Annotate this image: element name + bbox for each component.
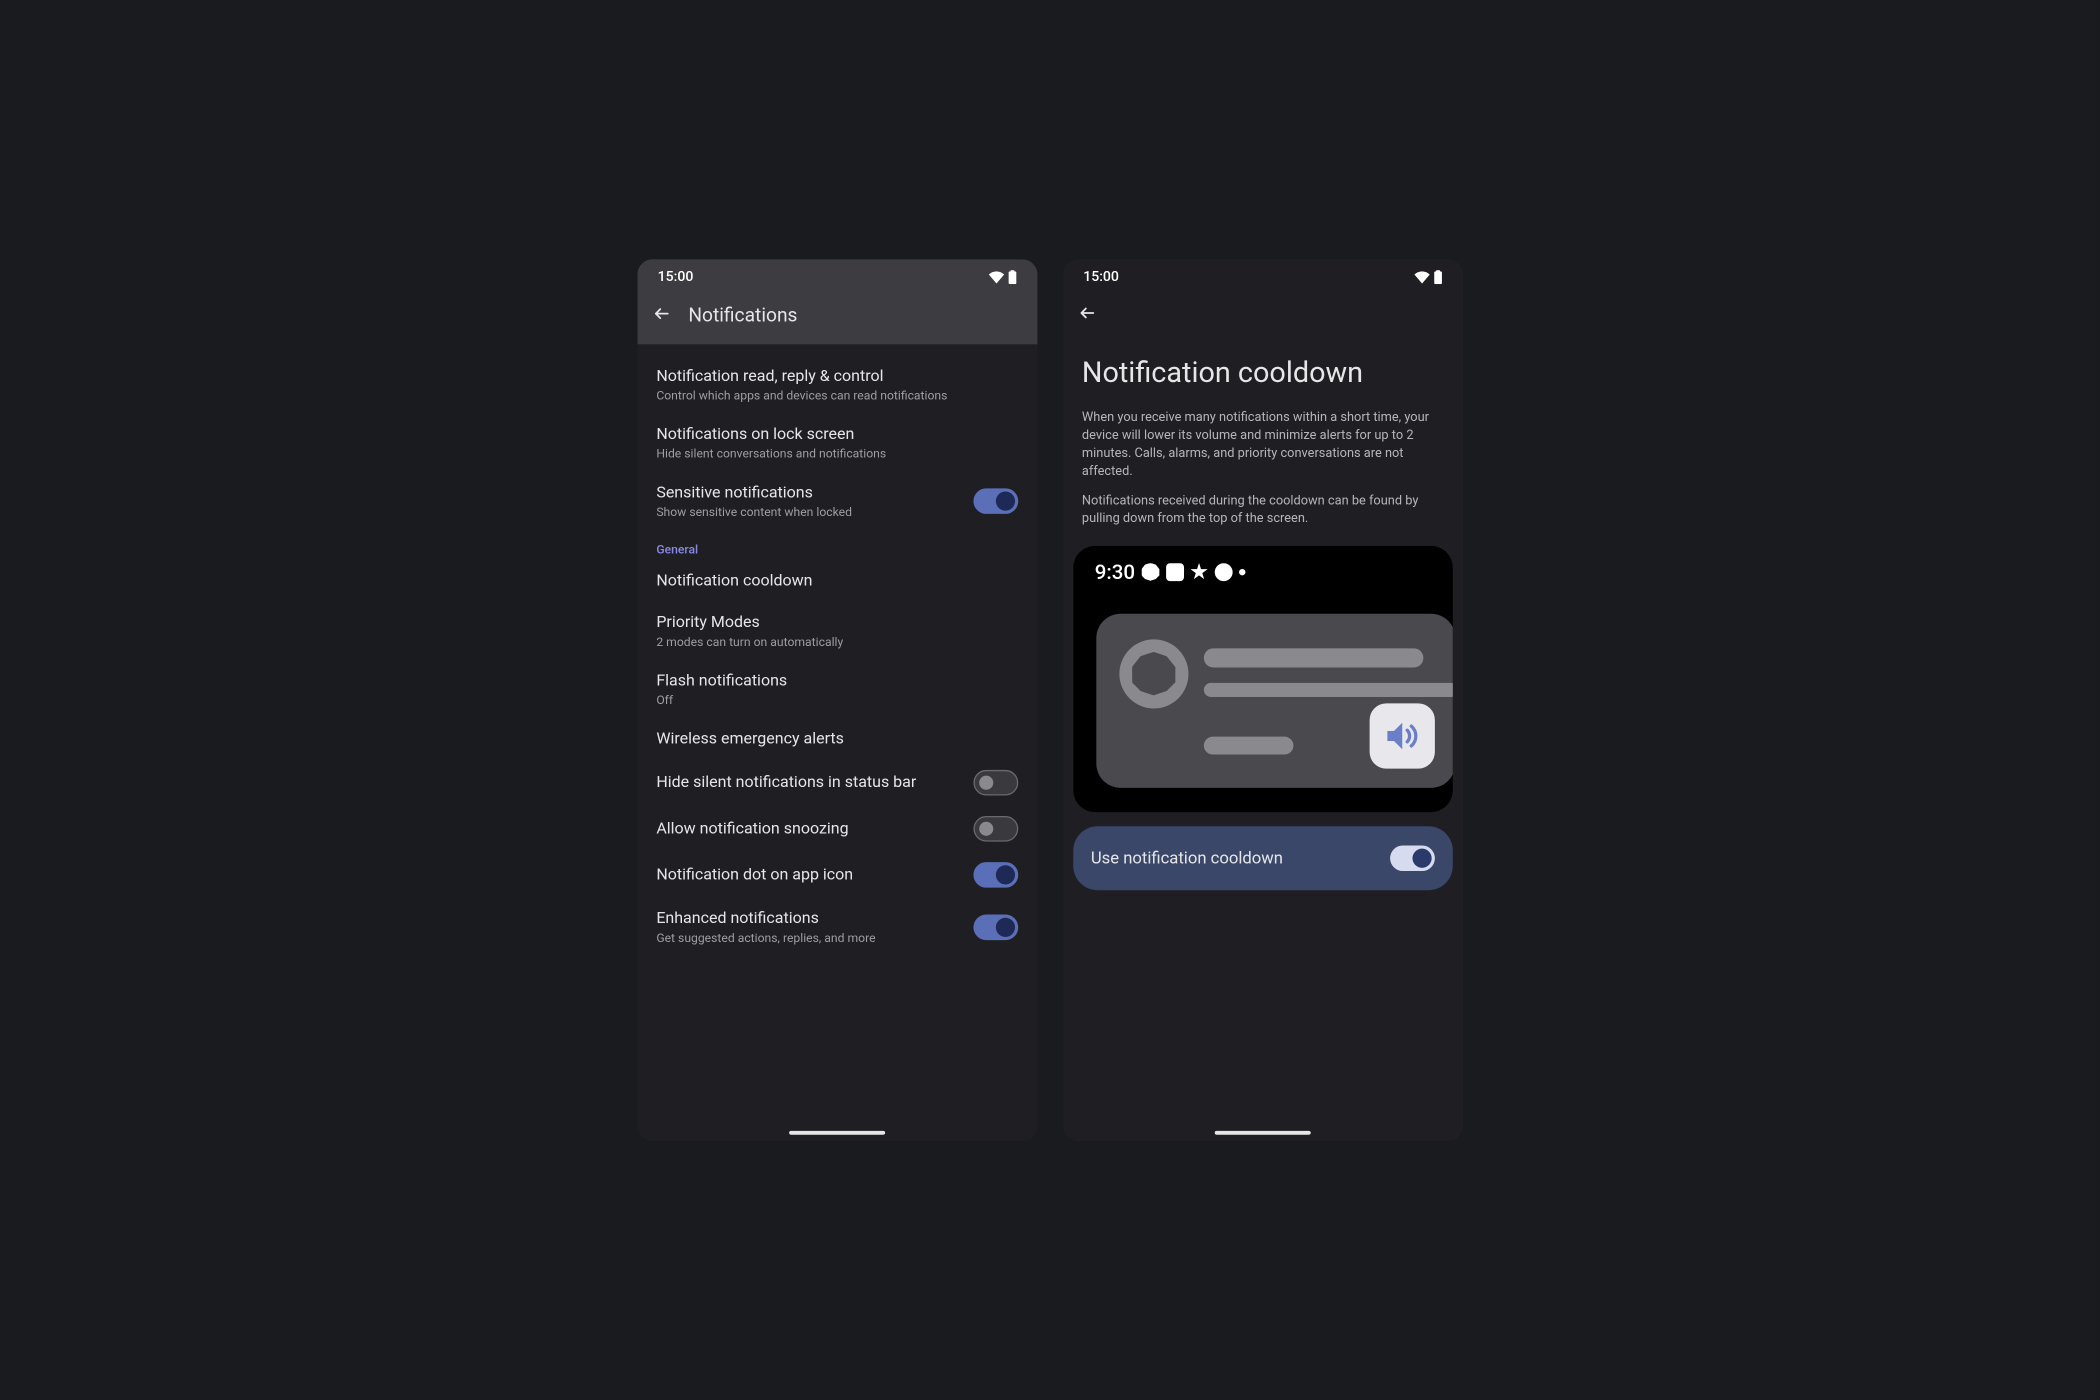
item-subtitle: Get suggested actions, replies, and more	[656, 931, 973, 947]
item-priority-modes[interactable]: Priority Modes 2 modes can turn on autom…	[656, 602, 1018, 660]
preview-text-line	[1204, 648, 1424, 667]
item-subtitle: Off	[656, 693, 1018, 709]
item-title: Notification dot on app icon	[656, 865, 973, 886]
preview-statusbar: 9:30	[1073, 546, 1453, 598]
toggle-sensitive-notifications[interactable]	[973, 489, 1018, 515]
item-wireless-emergency-alerts[interactable]: Wireless emergency alerts	[656, 719, 1018, 760]
page-description-1: When you receive many notifications with…	[1063, 401, 1463, 479]
status-bar: 15:00	[637, 259, 1037, 295]
item-notification-dot[interactable]: Notification dot on app icon	[656, 852, 1018, 898]
item-subtitle: 2 modes can turn on automatically	[656, 634, 1018, 650]
item-allow-notification-snoozing[interactable]: Allow notification snoozing	[656, 806, 1018, 852]
nav-indicator[interactable]	[1215, 1131, 1311, 1135]
preview-text-line	[1204, 683, 1453, 697]
phone-notifications-settings: 15:00 Notifications Notification read, r…	[637, 259, 1037, 1141]
preview-status-icon	[1190, 563, 1208, 581]
item-title: Notifications on lock screen	[656, 424, 1018, 445]
cooldown-preview-illustration: 9:30	[1073, 546, 1453, 812]
item-title: Hide silent notifications in status bar	[656, 773, 973, 794]
status-icons	[988, 270, 1016, 284]
item-notification-cooldown[interactable]: Notification cooldown	[656, 561, 1018, 602]
toggle-enhanced-notifications[interactable]	[973, 915, 1018, 941]
item-sensitive-notifications[interactable]: Sensitive notifications Show sensitive c…	[656, 472, 1018, 530]
nav-indicator[interactable]	[789, 1131, 885, 1135]
item-notifications-on-lock-screen[interactable]: Notifications on lock screen Hide silent…	[656, 414, 1018, 472]
toggle-use-notification-cooldown[interactable]	[1390, 845, 1435, 871]
item-subtitle: Show sensitive content when locked	[656, 505, 973, 521]
speaker-icon	[1382, 716, 1422, 756]
preview-status-icon	[1214, 563, 1232, 581]
section-header-general: General	[656, 531, 1018, 561]
appbar-title: Notifications	[688, 304, 797, 326]
item-title: Allow notification snoozing	[656, 819, 973, 840]
item-title: Wireless emergency alerts	[656, 729, 1018, 750]
appbar	[1063, 295, 1463, 331]
item-notification-read-reply-control[interactable]: Notification read, reply & control Contr…	[656, 356, 1018, 414]
page-title: Notification cooldown	[1063, 331, 1463, 401]
status-time: 15:00	[658, 269, 694, 285]
preview-text-line	[1204, 736, 1294, 754]
status-time: 15:00	[1083, 269, 1119, 285]
appbar: Notifications	[637, 295, 1037, 344]
use-notification-cooldown-row[interactable]: Use notification cooldown	[1073, 826, 1453, 890]
item-subtitle: Hide silent conversations and notificati…	[656, 446, 1018, 462]
wifi-icon	[1414, 270, 1429, 283]
item-title: Priority Modes	[656, 612, 1018, 633]
item-title: Notification read, reply & control	[656, 366, 1018, 387]
preview-status-icon	[1166, 563, 1184, 581]
battery-icon	[1433, 270, 1442, 284]
arrow-left-icon	[652, 305, 670, 323]
appbar-container: 15:00 Notifications	[637, 259, 1037, 344]
back-button[interactable]	[1078, 304, 1096, 324]
settings-list: Notification read, reply & control Contr…	[637, 344, 1037, 1141]
page-description-2: Notifications received during the cooldo…	[1063, 479, 1463, 526]
battery-icon	[1008, 270, 1017, 284]
item-title: Notification cooldown	[656, 571, 1018, 592]
item-subtitle: Control which apps and devices can read …	[656, 388, 1018, 404]
item-title: Flash notifications	[656, 671, 1018, 692]
preview-avatar-icon	[1119, 639, 1188, 708]
toggle-notification-dot[interactable]	[973, 862, 1018, 888]
preview-sound-badge	[1369, 703, 1434, 768]
primary-toggle-label: Use notification cooldown	[1091, 848, 1390, 867]
item-enhanced-notifications[interactable]: Enhanced notifications Get suggested act…	[656, 898, 1018, 956]
toggle-allow-notification-snoozing[interactable]	[973, 816, 1018, 842]
phone-notification-cooldown: 15:00 Notification cooldown When you rec…	[1063, 259, 1463, 1141]
toggle-hide-silent-notifications[interactable]	[973, 770, 1018, 796]
item-title: Sensitive notifications	[656, 482, 973, 503]
status-bar: 15:00	[1063, 259, 1463, 295]
preview-notification-card	[1096, 613, 1452, 787]
status-icons	[1414, 270, 1442, 284]
item-flash-notifications[interactable]: Flash notifications Off	[656, 660, 1018, 718]
back-button[interactable]	[652, 305, 670, 325]
item-title: Enhanced notifications	[656, 908, 973, 929]
preview-status-icon	[1141, 563, 1159, 581]
wifi-icon	[988, 270, 1003, 283]
arrow-left-icon	[1078, 304, 1096, 322]
preview-status-icon	[1239, 569, 1245, 575]
preview-time: 9:30	[1095, 560, 1135, 584]
item-hide-silent-notifications[interactable]: Hide silent notifications in status bar	[656, 760, 1018, 806]
